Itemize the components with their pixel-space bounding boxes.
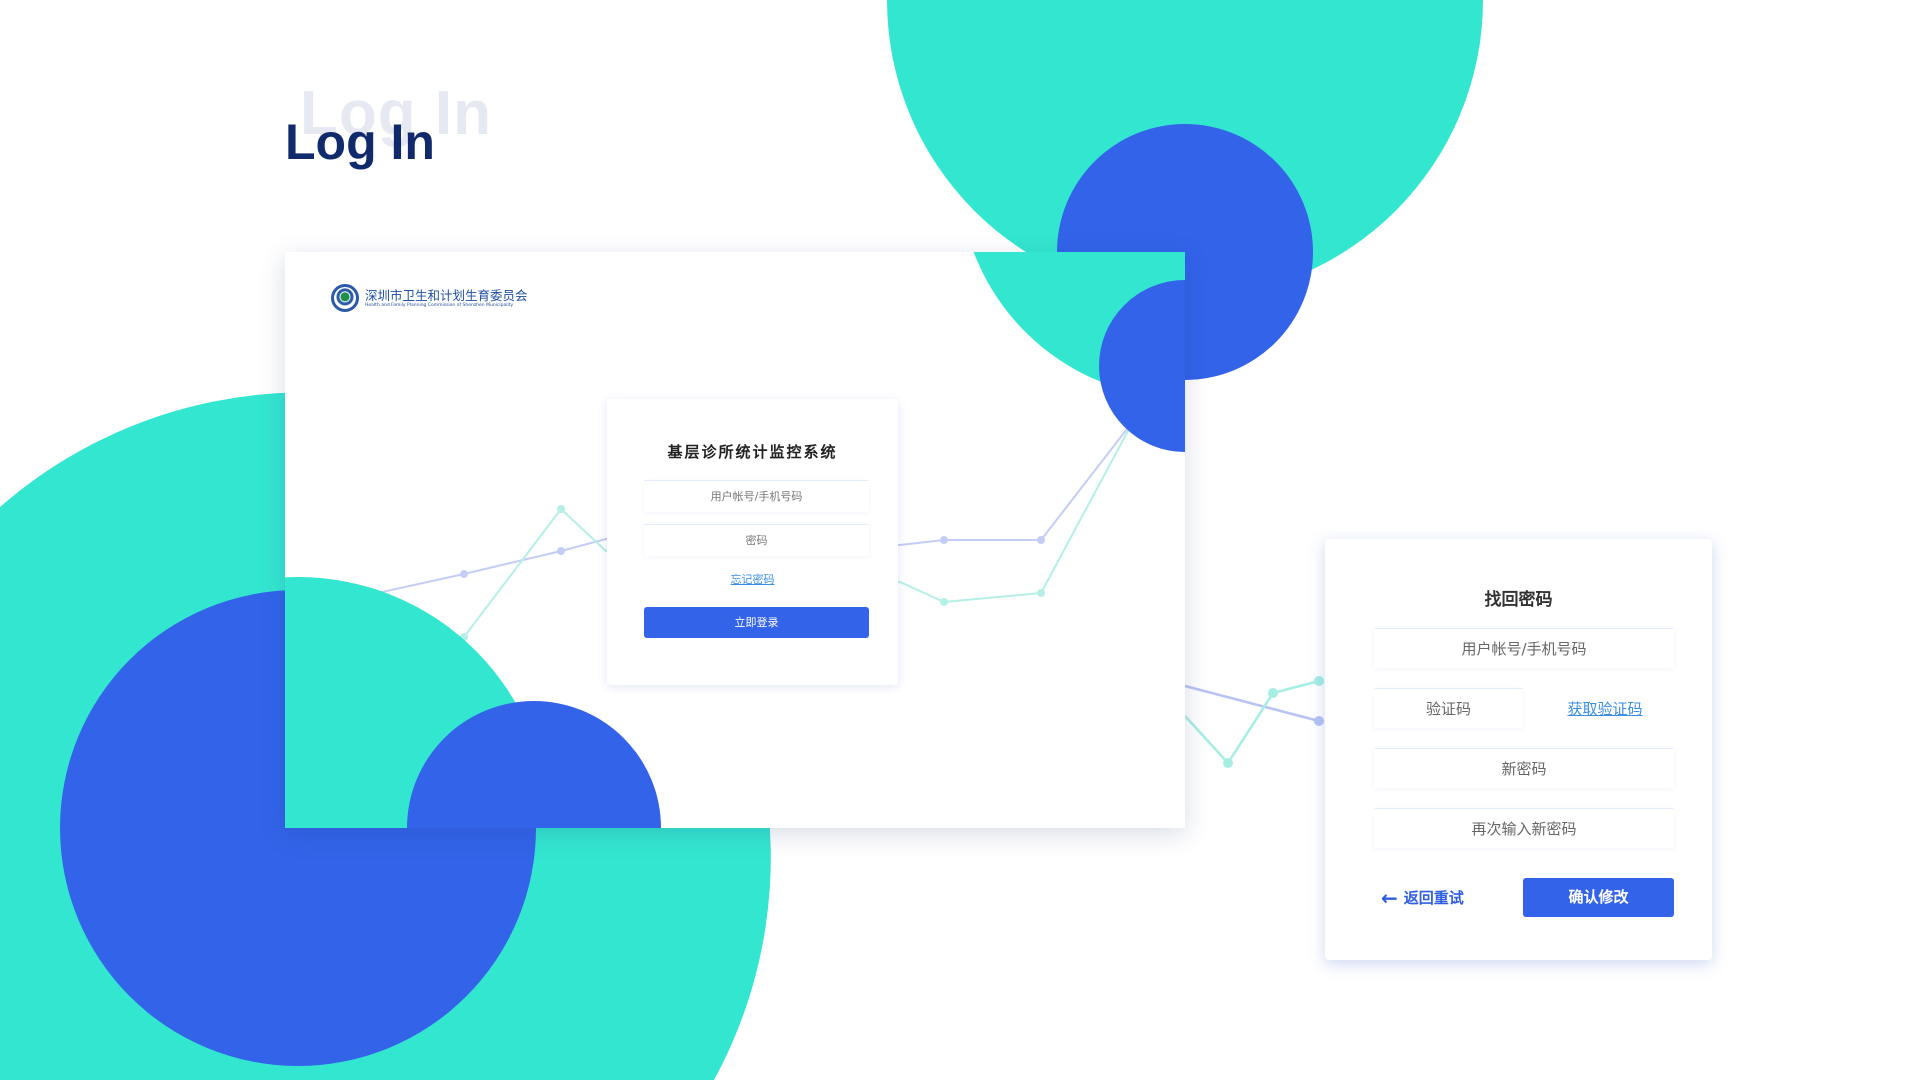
- back-retry-label: 返回重试: [1403, 889, 1464, 907]
- deco-dot: [557, 505, 565, 513]
- deco-dot: [940, 598, 948, 606]
- password-input[interactable]: 密码: [644, 524, 869, 556]
- deco-dot: [557, 547, 565, 555]
- deco-dot: [1314, 676, 1324, 686]
- emblem-icon: [331, 284, 359, 312]
- org-name-en: Health and Family Planning Commission of…: [365, 302, 514, 308]
- system-title: 基层诊所统计监控系统: [667, 443, 838, 461]
- deco-dot: [940, 536, 948, 544]
- deco-dot: [1223, 758, 1233, 768]
- verification-code-input[interactable]: 验证码: [1374, 688, 1523, 728]
- get-code-link[interactable]: 获取验证码: [1545, 698, 1665, 719]
- page-title: Log In: [285, 114, 435, 170]
- forgot-password-link[interactable]: 忘记密码: [607, 571, 898, 587]
- deco-dot: [1037, 536, 1045, 544]
- deco-dot: [460, 570, 468, 578]
- confirm-change-button[interactable]: 确认修改: [1523, 878, 1674, 917]
- org-name-cn: 深圳市卫生和计划生育委员会: [365, 287, 528, 303]
- deco-dot: [1037, 589, 1045, 597]
- login-preview-card: 深圳市卫生和计划生育委员会 Health and Family Planning…: [285, 252, 1185, 828]
- login-form: 基层诊所统计监控系统 用户帐号/手机号码 密码 忘记密码 立即登录: [607, 399, 898, 685]
- new-password-input[interactable]: 新密码: [1374, 748, 1674, 788]
- reset-title: 找回密码: [1484, 590, 1553, 610]
- deco-line-teal: [1184, 679, 1320, 766]
- username-input[interactable]: 用户帐号/手机号码: [644, 480, 869, 512]
- login-button[interactable]: 立即登录: [644, 607, 869, 638]
- org-logo: 深圳市卫生和计划生育委员会 Health and Family Planning…: [331, 284, 528, 312]
- arrow-left-icon: ←: [1381, 885, 1398, 910]
- reset-username-input[interactable]: 用户帐号/手机号码: [1374, 628, 1674, 668]
- back-retry-button[interactable]: ← 返回重试: [1381, 887, 1464, 908]
- deco-dot: [1268, 688, 1278, 698]
- reset-password-card: 找回密码 用户帐号/手机号码 验证码 获取验证码 新密码 再次输入新密码 ← 返…: [1325, 539, 1712, 960]
- confirm-password-input[interactable]: 再次输入新密码: [1374, 808, 1674, 848]
- deco-dot: [1314, 716, 1324, 726]
- deco-line-blue: [1184, 684, 1320, 723]
